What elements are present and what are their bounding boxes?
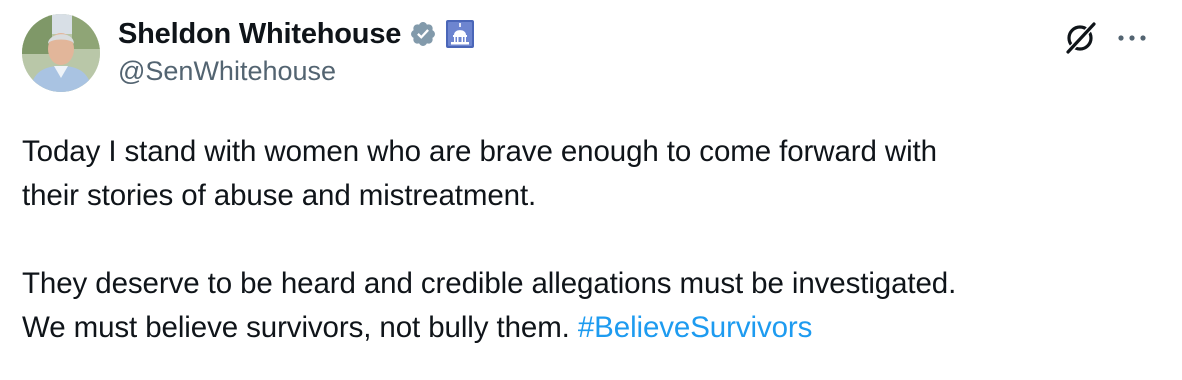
tweet-line-3: They deserve to be heard and credible al… (22, 267, 957, 300)
capitol-dome-icon[interactable] (445, 19, 475, 49)
tweet-card: Sheldon Whitehouse @SenWhitehouse Today … (0, 0, 1182, 380)
more-dots-icon (1118, 35, 1146, 41)
grok-button[interactable] (1060, 18, 1100, 58)
tweet-body: Today I stand with women who are brave e… (22, 130, 1162, 350)
tweet-paragraph-1: Today I stand with women who are brave e… (22, 130, 1162, 218)
more-options-button[interactable] (1110, 18, 1154, 58)
tweet-line-1: Today I stand with women who are brave e… (22, 135, 937, 168)
tweet-line-2: their stories of abuse and mistreatment. (22, 179, 537, 212)
hashtag-link[interactable]: #BelieveSurvivors (578, 311, 813, 344)
author-display-name[interactable]: Sheldon Whitehouse (118, 18, 401, 51)
verified-check-icon[interactable] (409, 20, 437, 48)
avatar-photo (22, 14, 100, 92)
author-name-row: Sheldon Whitehouse (118, 14, 475, 54)
tweet-paragraph-2: They deserve to be heard and credible al… (22, 262, 1162, 350)
author-handle[interactable]: @SenWhitehouse (118, 56, 336, 87)
grok-icon (1066, 22, 1096, 54)
avatar[interactable] (22, 14, 100, 92)
tweet-line-4: We must believe survivors, not bully the… (22, 311, 578, 344)
